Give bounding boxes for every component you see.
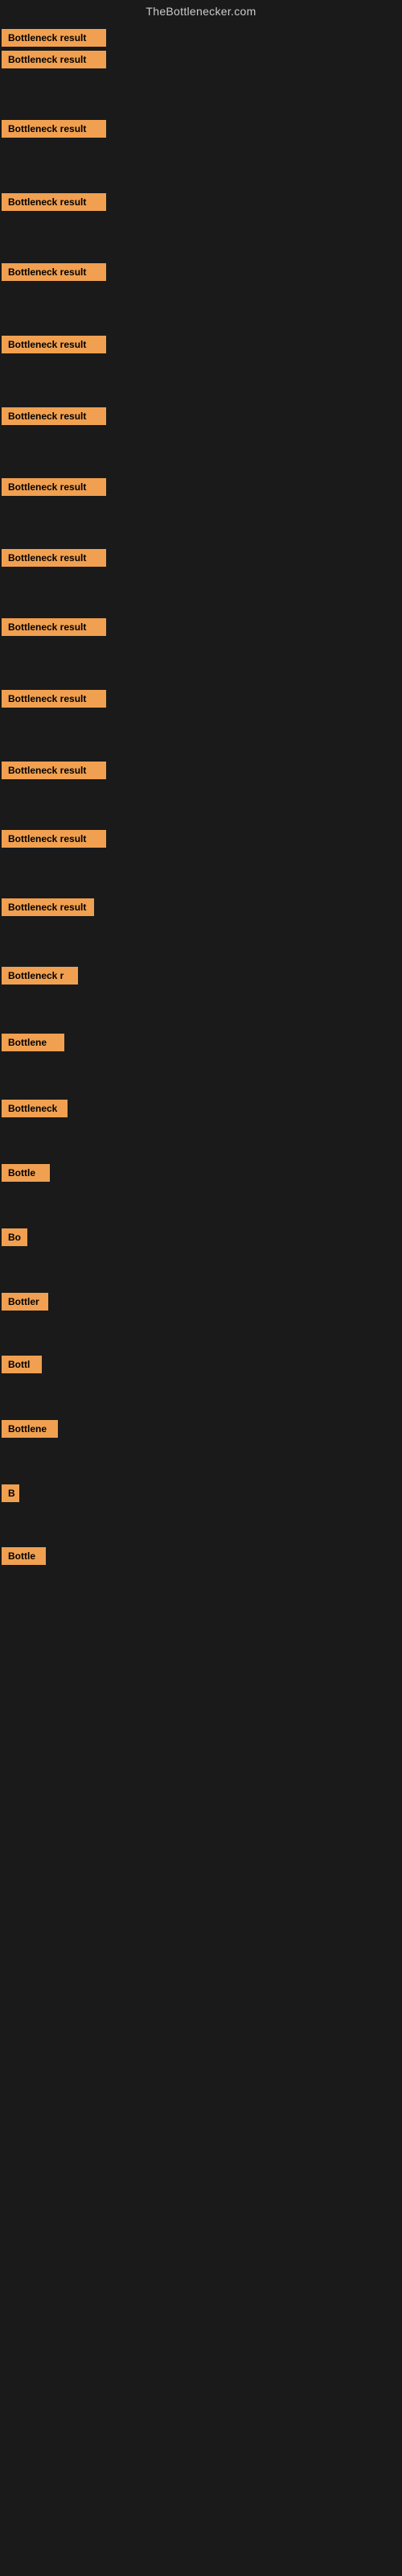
bottleneck-badge-8[interactable]: Bottleneck result (2, 478, 106, 496)
bottleneck-badge-2[interactable]: Bottleneck result (2, 51, 106, 68)
bottleneck-badge-21[interactable]: Bottl (2, 1356, 42, 1373)
bottleneck-badge-9[interactable]: Bottleneck result (2, 549, 106, 567)
bottleneck-badge-24[interactable]: Bottle (2, 1547, 46, 1565)
bottleneck-badge-17[interactable]: Bottleneck (2, 1100, 68, 1117)
bottleneck-badge-5[interactable]: Bottleneck result (2, 263, 106, 281)
bottleneck-badge-7[interactable]: Bottleneck result (2, 407, 106, 425)
bottleneck-badge-6[interactable]: Bottleneck result (2, 336, 106, 353)
bottleneck-badge-15[interactable]: Bottleneck r (2, 967, 78, 985)
bottleneck-badge-1[interactable]: Bottleneck result (2, 29, 106, 47)
bottleneck-badge-10[interactable]: Bottleneck result (2, 618, 106, 636)
bottleneck-badge-18[interactable]: Bottle (2, 1164, 50, 1182)
bottleneck-badge-22[interactable]: Bottlene (2, 1420, 58, 1438)
bottleneck-badge-14[interactable]: Bottleneck result (2, 898, 94, 916)
bottleneck-badge-23[interactable]: B (2, 1484, 19, 1502)
bottleneck-badge-11[interactable]: Bottleneck result (2, 690, 106, 708)
site-title: TheBottlenecker.com (0, 0, 402, 21)
bottleneck-badge-19[interactable]: Bo (2, 1228, 27, 1246)
bottleneck-badge-13[interactable]: Bottleneck result (2, 830, 106, 848)
bottleneck-badge-20[interactable]: Bottler (2, 1293, 48, 1311)
bottleneck-badge-3[interactable]: Bottleneck result (2, 120, 106, 138)
bottleneck-badge-12[interactable]: Bottleneck result (2, 762, 106, 779)
bottleneck-badge-16[interactable]: Bottlene (2, 1034, 64, 1051)
bottleneck-badge-4[interactable]: Bottleneck result (2, 193, 106, 211)
